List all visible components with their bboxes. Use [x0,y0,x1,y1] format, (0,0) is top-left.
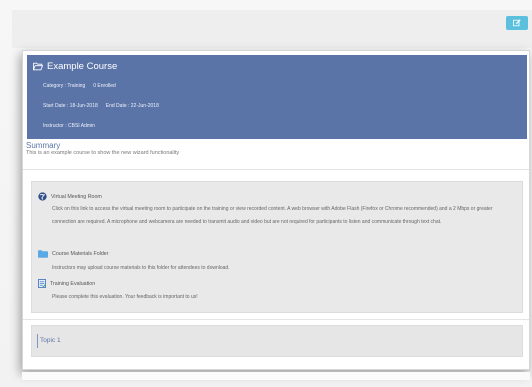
resource-description: Instructors may upload course materials … [52,265,230,271]
course-category: Category : Training [43,83,86,89]
folder-icon [38,250,48,258]
course-instructor: Instructor : CBSI Admin [43,123,95,129]
topics-divider [23,319,529,320]
resource-description: Please complete this evaluation. Your fe… [52,294,198,300]
edit-icon [513,19,521,27]
folder-open-icon [33,62,43,71]
course-dates-line: Start Date : 18-Jun-2018 End Date : 22-Ju… [43,103,167,109]
course-header: Example Course Category : Training 0 Enro… [27,55,527,139]
resource-label: Virtual Meeting Room [51,193,102,200]
edit-button[interactable] [506,16,528,30]
evaluation-icon [38,279,46,288]
course-instructor-line: Instructor : CBSI Admin [43,123,103,129]
course-end-date: End Date : 22-Jun-2018 [105,103,159,109]
summary-title: Summary [26,141,61,150]
resource-virtual-meeting-room[interactable]: Virtual Meeting Room [38,192,102,201]
enrolled-count: 0 Enrolled [93,83,116,89]
resources-panel: Virtual Meeting Room Click on this link … [31,181,523,313]
resource-label: Training Evaluation [50,280,96,287]
footer-strip [22,372,530,380]
summary-divider [23,169,529,170]
resource-description: Click on this link to access the virtual… [52,206,493,225]
course-title-text: Example Course [47,61,118,72]
resource-course-materials-folder[interactable]: Course Materials Folder [38,250,109,258]
topic-title[interactable]: Topic 1 [37,334,61,348]
resource-label: Course Materials Folder [52,251,109,257]
course-start-date: Start Date : 18-Jun-2018 [43,103,98,109]
globe-icon [38,192,47,201]
course-title: Example Course [33,61,117,72]
topic-section[interactable]: Topic 1 [31,325,523,357]
toolbar-band [12,10,532,48]
course-category-line: Category : Training 0 Enrolled [43,83,124,89]
summary-text: This is an example course to show the ne… [26,150,180,156]
course-card: Example Course Category : Training 0 Enro… [22,50,530,370]
resource-training-evaluation[interactable]: Training Evaluation [38,279,95,288]
